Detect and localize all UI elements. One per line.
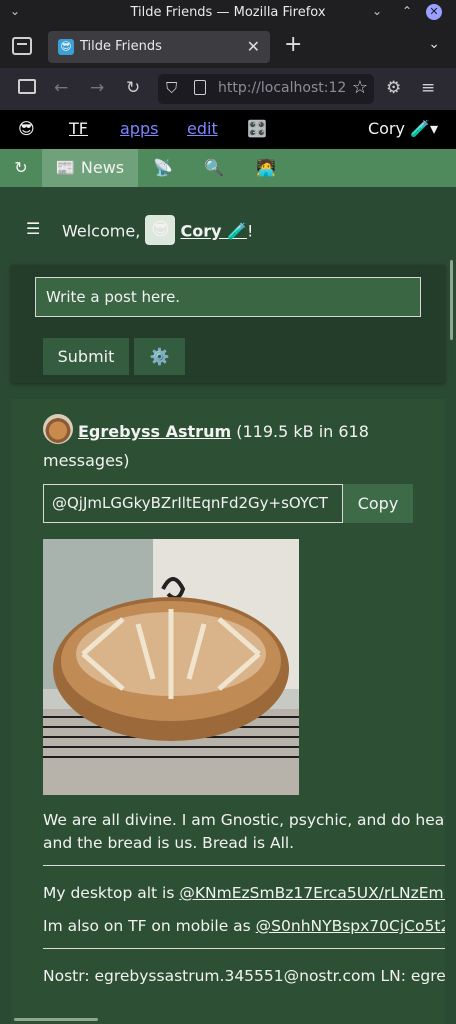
welcome-prefix: Welcome, (62, 221, 146, 241)
tab-list-icon[interactable] (12, 37, 32, 55)
sidebar-toggle-icon[interactable] (18, 79, 36, 94)
tab-profile[interactable]: 🧑‍💻 (240, 149, 292, 187)
bread-photo-drawing (43, 539, 299, 795)
welcome-suffix: ! (247, 221, 254, 241)
desktop-alt-link[interactable]: @KNmEzSmBz17Erca5UX/rLNzEm1a (179, 884, 445, 902)
minimize-icon[interactable]: ⌄ (372, 4, 382, 18)
favicon-icon: 😎 (58, 39, 74, 55)
hamburger-menu-icon[interactable]: ☰ (26, 219, 40, 238)
url-bar[interactable]: ⛉ http://localhost:12 ☆ (158, 74, 374, 104)
browser-nav-bar: ← → ↻ ⛉ http://localhost:12 ☆ ⚙ ≡ (0, 68, 456, 110)
welcome-text: Welcome, 😎 Cory 🧪! (62, 215, 254, 245)
tabs-overflow-icon[interactable]: ⌄ (428, 36, 440, 52)
divider (43, 948, 445, 949)
vertical-scrollbar[interactable] (450, 260, 453, 340)
admin-icon[interactable]: 🎛️ (247, 119, 267, 138)
browser-tab-bar: 😎 Tilde Friends ✕ + ⌄ (0, 26, 456, 68)
desktop-alt-prefix: My desktop alt is (43, 884, 180, 902)
horizontal-scrollbar[interactable] (14, 1018, 98, 1021)
mobile-alt-link[interactable]: @S0nhNYBspx70CjCo5t2x/ (256, 917, 445, 935)
window-title: Tilde Friends — Mozilla Firefox (130, 5, 326, 20)
news-post: Egrebyss Astrum (119.5 kB in 618 message… (11, 399, 445, 1024)
new-tab-button[interactable]: + (284, 34, 302, 56)
post-text-paragraph: We are all divine. I am Gnostic, psychic… (43, 809, 445, 855)
post-body: We are all divine. I am Gnostic, psychic… (43, 809, 445, 998)
reload-icon[interactable]: ↻ (126, 77, 140, 99)
tf-link[interactable]: TF (69, 119, 88, 138)
author-link[interactable]: Egrebyss Astrum (78, 422, 231, 441)
nostr-line: Nostr: egrebyssastrum.345551@nostr.com L… (43, 967, 445, 985)
apps-link[interactable]: apps (120, 119, 158, 138)
mobile-alt-prefix: Im also on TF on mobile as (43, 917, 256, 935)
mobile-alt-line: Im also on TF on mobile as @S0nhNYBspx70… (43, 915, 445, 938)
url-text[interactable]: http://localhost:12 (218, 80, 346, 96)
browser-tab[interactable]: 😎 Tilde Friends ✕ (48, 31, 270, 63)
divider (43, 865, 445, 866)
app-tab-bar: ↻ 📰 News 📡 🔍 🧑‍💻 (0, 149, 456, 187)
app-top-bar: 😎 TF apps edit 🎛️ Cory 🧪▾ (0, 110, 456, 149)
tab-close-icon[interactable]: ✕ (247, 37, 260, 56)
avatar[interactable]: 😎 (145, 215, 176, 245)
post-line-2: and the bread is us. Bread is All. (43, 834, 295, 852)
post-input[interactable]: Write a post here. (35, 277, 421, 317)
page-icon[interactable] (194, 80, 206, 95)
window-titlebar: ⌄ Tilde Friends — Mozilla Firefox ⌄ ⌃ ✕ (0, 0, 456, 26)
compose-box: Write a post here. Submit ⚙️ (11, 265, 445, 383)
submit-button[interactable]: Submit (43, 338, 129, 375)
tab-connections[interactable]: 📡 (138, 149, 188, 187)
extensions-icon[interactable]: ⚙ (386, 77, 401, 99)
bookmark-star-icon[interactable]: ☆ (347, 77, 368, 98)
forward-icon[interactable]: → (90, 77, 104, 99)
back-icon[interactable]: ← (54, 77, 68, 99)
refresh-button[interactable]: ↻ (0, 149, 42, 187)
settings-button[interactable]: ⚙️ (134, 338, 185, 375)
bread-photo[interactable] (43, 539, 299, 795)
shield-icon[interactable]: ⛉ (166, 79, 177, 97)
window-close-button[interactable]: ✕ (426, 4, 442, 20)
tab-news[interactable]: 📰 News (42, 149, 138, 187)
app-menu-icon[interactable]: ≡ (421, 77, 435, 99)
feed-id-field[interactable]: @QjJmLGGkyBZrIltEqnFd2Gy+sOYCT (43, 484, 343, 523)
desktop-alt-line: My desktop alt is @KNmEzSmBz17Erca5UX/rL… (43, 882, 445, 905)
edit-link[interactable]: edit (187, 119, 218, 138)
user-menu[interactable]: Cory 🧪▾ (368, 119, 438, 138)
post-header: Egrebyss Astrum (119.5 kB in 618 message… (43, 417, 433, 475)
tab-search[interactable]: 🔍 (188, 149, 240, 187)
welcome-username-link[interactable]: Cory 🧪 (180, 222, 247, 241)
maximize-icon[interactable]: ⌃ (402, 4, 412, 18)
post-line-1: We are all divine. I am Gnostic, psychic… (43, 811, 445, 829)
tab-title: Tilde Friends (80, 39, 162, 54)
app-emoji-icon[interactable]: 😎 (18, 119, 35, 138)
copy-button[interactable]: Copy (343, 484, 413, 523)
